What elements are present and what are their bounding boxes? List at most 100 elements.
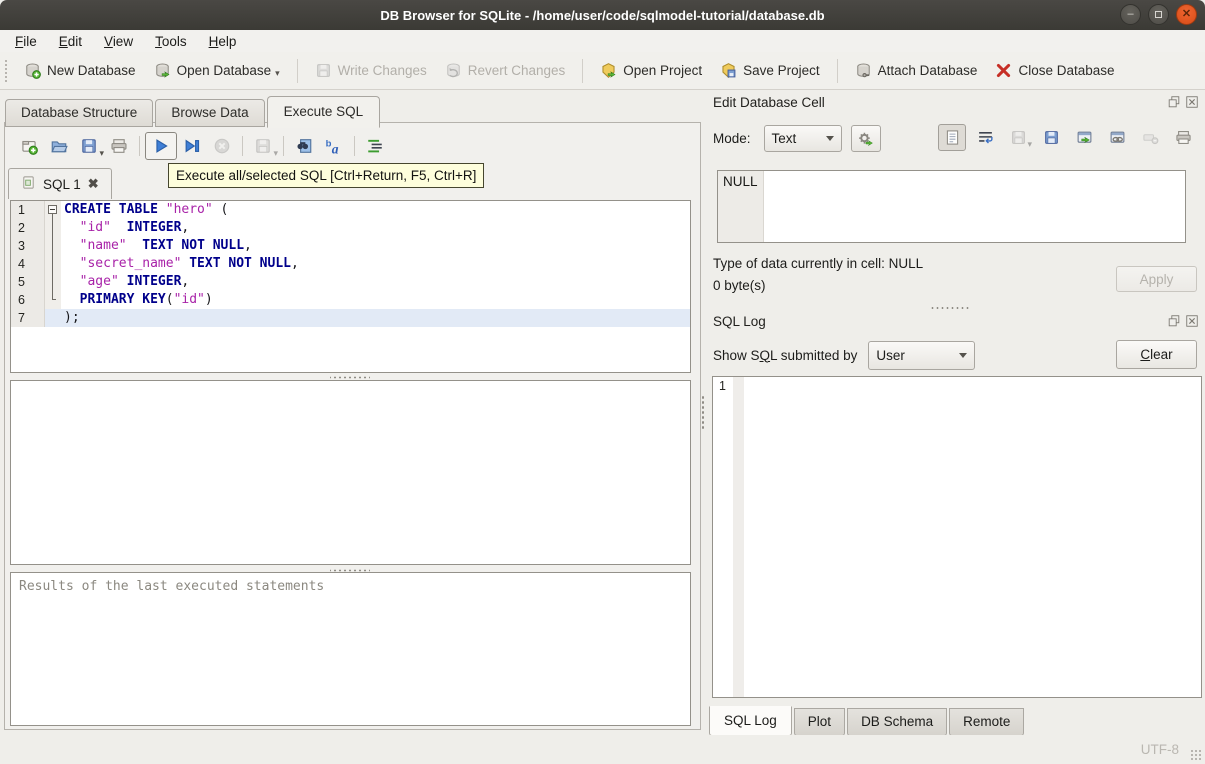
find-in-sql-button[interactable] (289, 132, 319, 160)
edit-cell-dock-buttons (1167, 95, 1199, 112)
tab-browse-data[interactable]: Browse Data (155, 99, 265, 127)
line-number: 7 (11, 309, 45, 327)
edit-area-pane[interactable] (10, 380, 691, 565)
toolbar-separator (836, 58, 838, 83)
print-sql-button[interactable] (104, 132, 134, 160)
toolbar-separator (296, 58, 298, 83)
open-in-external-app-button[interactable] (1070, 124, 1098, 151)
open-project-icon (600, 62, 617, 79)
revert-changes-button: Revert Changes (436, 57, 575, 84)
app-window: DB Browser for SQLite - /home/user/code/… (0, 0, 1205, 764)
sql-new-tab-icon (20, 137, 38, 155)
auto-complete-button[interactable]: ba (319, 132, 349, 160)
close-database-button[interactable]: Close Database (986, 57, 1123, 84)
cell-mode-row: Mode: Text ▾ (713, 123, 1199, 153)
clear-log-button[interactable]: Clear (1116, 340, 1197, 369)
export-to-file-button[interactable] (1037, 124, 1065, 151)
attach-database-button[interactable]: Attach Database (846, 57, 987, 84)
save-sql-file-button[interactable]: ▾ (74, 132, 104, 160)
resize-grip[interactable] (1190, 749, 1202, 761)
code-line: PRIMARY KEY("id") (79, 292, 213, 307)
cell-type-info: Type of data currently in cell: NULL (713, 256, 924, 271)
submitter-select[interactable]: User (868, 340, 976, 370)
mode-label: Mode: (713, 130, 751, 146)
menu-view[interactable]: View (93, 32, 144, 51)
menu-edit[interactable]: Edit (48, 32, 93, 51)
editor-line: 5 "age" INTEGER, (11, 273, 690, 291)
sql-open-icon (50, 137, 68, 155)
sql-save-icon (80, 137, 98, 155)
toolbar-separator (354, 136, 355, 156)
view-as-text-button[interactable] (938, 124, 966, 151)
toolbar-button-label: Open Project (623, 63, 703, 78)
tab-execute-sql[interactable]: Execute SQL (266, 96, 381, 128)
sql-tab-label: SQL 1 (43, 176, 81, 192)
open-sql-file-button[interactable] (44, 132, 74, 160)
sql-play-icon (152, 137, 170, 155)
execute-all-sql-button[interactable] (145, 132, 177, 160)
line-number: 1 (11, 201, 45, 219)
set-null-icon (1142, 129, 1159, 146)
maximize-button[interactable] (1148, 4, 1169, 25)
sql-editor[interactable]: 1 CREATE TABLE "hero" (2 "id" INTEGER, 3 "… (10, 200, 691, 373)
fold-marker (45, 291, 61, 309)
new-database-icon (24, 62, 41, 79)
print-cell-icon (1175, 129, 1192, 146)
toolbar-separator (242, 136, 243, 156)
bottom-tabs: SQL Log Plot DB Schema Remote (709, 706, 1026, 736)
fold-collapse-icon[interactable] (48, 205, 57, 214)
gear-import-icon (857, 130, 874, 147)
word-wrap-button[interactable] (971, 124, 999, 151)
dock-splitter[interactable] (930, 306, 970, 311)
open-url-button[interactable] (1103, 124, 1131, 151)
format-sql-button[interactable] (360, 132, 390, 160)
toolbar-drag-handle[interactable] (4, 58, 9, 83)
cell-text-area[interactable] (764, 171, 1185, 242)
bottom-tab-sql-log[interactable]: SQL Log (709, 706, 792, 736)
statusbar: UTF-8 (0, 735, 1205, 764)
mode-select[interactable]: Text (763, 124, 842, 152)
sql-tab-close-icon[interactable]: ✖ (88, 176, 99, 192)
new-database-button[interactable]: New Database (15, 57, 145, 84)
toolbar-separator (582, 58, 584, 83)
bottom-tab-db-schema[interactable]: DB Schema (847, 708, 948, 736)
sql-editor-tab[interactable]: SQL 1 ✖ (8, 168, 112, 199)
results-pane: Results of the last executed statements (10, 572, 691, 726)
chevron-down-icon: ▾ (273, 148, 278, 158)
open-project-button[interactable]: Open Project (591, 57, 711, 84)
cell-size-info: 0 byte(s) (713, 278, 766, 293)
menu-help[interactable]: Help (198, 32, 248, 51)
close-dock-icon[interactable] (1185, 314, 1199, 331)
menu-file[interactable]: File (4, 32, 48, 51)
apply-button[interactable]: Apply (1116, 266, 1197, 292)
bottom-tab-remote[interactable]: Remote (949, 708, 1025, 736)
bottom-tab-plot[interactable]: Plot (793, 708, 846, 736)
execute-current-line-button[interactable] (177, 132, 207, 160)
fold-marker[interactable] (45, 201, 61, 219)
line-number: 5 (11, 273, 45, 291)
open-database-button[interactable]: Open Database ▾ (145, 57, 289, 84)
minimize-button[interactable]: ‒ (1120, 4, 1141, 25)
float-dock-icon[interactable] (1167, 95, 1181, 112)
save-project-button[interactable]: Save Project (711, 57, 829, 84)
close-database-icon (995, 62, 1012, 79)
toolbar-separator (139, 136, 140, 156)
new-sql-tab-button[interactable] (14, 132, 44, 160)
sql-log-area[interactable]: 1 (712, 376, 1202, 698)
editor-line: 3 "name" TEXT NOT NULL, (11, 237, 690, 255)
menu-tools[interactable]: Tools (144, 32, 198, 51)
sql-save-results-icon (254, 137, 272, 155)
titlebar[interactable]: DB Browser for SQLite - /home/user/code/… (0, 0, 1205, 30)
float-dock-icon[interactable] (1167, 314, 1181, 331)
cell-value-label: NULL (718, 171, 764, 242)
code-line: "age" INTEGER, (79, 274, 190, 289)
import-data-button[interactable] (850, 124, 881, 152)
save-as-icon (1043, 129, 1060, 146)
close-dock-icon[interactable] (1185, 95, 1199, 112)
close-button[interactable]: ✕ (1176, 4, 1197, 25)
encoding-label: UTF-8 (1140, 742, 1179, 757)
code-line: "secret_name" TEXT NOT NULL, (79, 256, 299, 271)
tab-database-structure[interactable]: Database Structure (5, 99, 154, 127)
filter-label: Show SQL submitted by (713, 347, 858, 363)
print-cell-button[interactable] (1169, 124, 1197, 151)
